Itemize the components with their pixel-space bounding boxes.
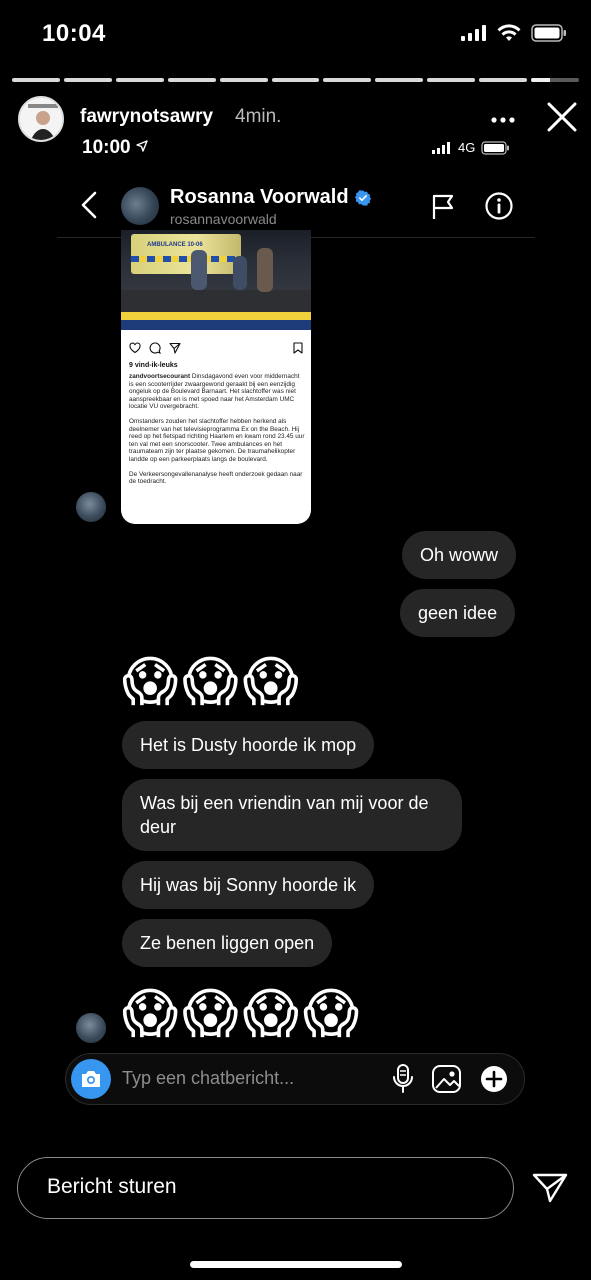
- post-photo: AMBULANCE 10-06: [121, 230, 311, 312]
- story-progress-segment: [271, 78, 320, 82]
- contact-avatar-small: [76, 492, 106, 522]
- inner-time-text: 10:00: [82, 137, 131, 158]
- network-label: 4G: [458, 140, 476, 155]
- camera-icon: [82, 1071, 100, 1087]
- battery-icon: [481, 140, 510, 155]
- contact-avatar-small: [76, 1013, 106, 1043]
- inner-status-time: 10:00: [82, 137, 148, 159]
- shared-post[interactable]: AMBULANCE 10-06 9 vind-ik-leuks zandvoor…: [121, 230, 311, 524]
- story-username[interactable]: fawrynotsawry: [80, 106, 213, 128]
- message-received[interactable]: Het is Dusty hoorde ik mop: [122, 721, 375, 769]
- story-reply-placeholder[interactable]: Bericht sturen: [47, 1175, 177, 1199]
- plus-icon[interactable]: [480, 1065, 508, 1093]
- dm-name-text: Rosanna Voorwald: [170, 186, 349, 208]
- message-sent[interactable]: geen idee: [400, 589, 516, 637]
- story-time-ago: 4min.: [235, 106, 282, 127]
- story-progress-segment: [219, 78, 268, 82]
- status-bar-time: 10:04: [42, 20, 106, 47]
- share-icon: [169, 342, 181, 354]
- message-sent[interactable]: Oh woww: [402, 531, 517, 579]
- post-caption: zandvoortsecourant Dinsdagavond even voo…: [129, 373, 305, 493]
- more-icon[interactable]: [490, 100, 516, 131]
- signal-icon: [432, 141, 450, 154]
- comment-icon: [149, 342, 161, 354]
- story-progress-segment: [12, 78, 60, 82]
- story-progress-segment: [167, 78, 216, 82]
- post-actions: [127, 342, 305, 356]
- home-indicator: [190, 1261, 402, 1268]
- camera-button[interactable]: [71, 1059, 111, 1099]
- verified-badge-icon: [354, 189, 371, 206]
- send-icon[interactable]: [532, 1172, 568, 1204]
- story-progress-segment: [323, 78, 372, 82]
- message-received[interactable]: Was bij een vriendin van mij voor de deu…: [122, 779, 462, 851]
- emoji-message[interactable]: 😱😱😱😱: [122, 982, 363, 1046]
- emoji-message[interactable]: 😱😱😱: [122, 650, 303, 714]
- battery-icon: [531, 24, 566, 42]
- ambulance-label: AMBULANCE 10-06: [147, 242, 203, 248]
- dm-avatar[interactable]: [121, 187, 159, 225]
- dm-contact-handle: rosannavoorwald: [170, 211, 277, 227]
- signal-icon: [461, 25, 486, 41]
- story-progress-segment: [427, 78, 476, 82]
- post-likes: 9 vind-ik-leuks: [129, 362, 178, 369]
- story-progress-segment: [479, 78, 528, 82]
- message-received[interactable]: Hij was bij Sonny hoorde ik: [122, 861, 375, 909]
- story-avatar[interactable]: [18, 96, 64, 142]
- wifi-icon: [497, 24, 521, 41]
- story-progress: [12, 78, 579, 82]
- location-arrow-icon: [136, 140, 148, 152]
- story-progress-segment: [531, 78, 579, 82]
- story-progress-segment: [115, 78, 164, 82]
- dm-contact-name[interactable]: Rosanna Voorwald: [170, 186, 371, 209]
- caption-paragraph-2: Omstanders zouden het slachtoffer hebben…: [129, 417, 305, 463]
- caption-paragraph-3: De Verkeersongevallenanalyse heeft onder…: [129, 470, 303, 486]
- microphone-icon[interactable]: [390, 1063, 416, 1095]
- story-progress-segment: [375, 78, 424, 82]
- bookmark-icon: [293, 342, 303, 354]
- inner-status-icons: 4G: [432, 140, 511, 155]
- story-progress-segment: [63, 78, 112, 82]
- info-icon[interactable]: [484, 191, 514, 221]
- message-received[interactable]: Ze benen liggen open: [122, 919, 333, 967]
- flag-icon[interactable]: [430, 193, 458, 221]
- status-bar-icons: [461, 24, 567, 42]
- heart-icon: [129, 342, 141, 354]
- caption-user: zandvoortsecourant: [129, 373, 191, 380]
- chat-input-placeholder[interactable]: Typ een chatbericht...: [122, 1068, 294, 1089]
- image-icon[interactable]: [431, 1063, 463, 1095]
- back-icon[interactable]: [78, 190, 100, 220]
- close-icon[interactable]: [546, 101, 578, 133]
